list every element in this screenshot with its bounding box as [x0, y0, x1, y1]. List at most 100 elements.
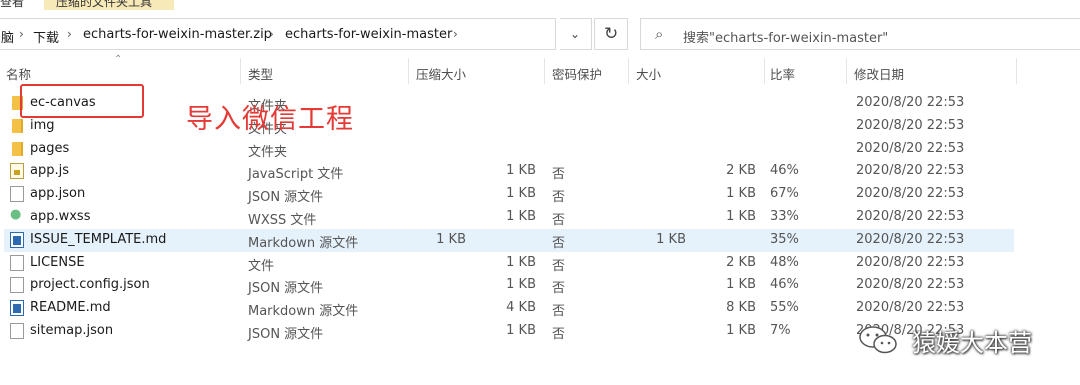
file-password-protected: 否 [552, 258, 566, 274]
file-name: README.md [30, 300, 111, 316]
file-type: 文件 [248, 258, 275, 274]
breadcrumb-folder[interactable]: echarts-for-weixin-master [285, 27, 452, 42]
column-divider[interactable] [1016, 58, 1017, 84]
file-size: 2 KB [726, 254, 756, 270]
column-header-password[interactable]: 密码保护 [552, 64, 602, 83]
search-input[interactable]: ⌕ 搜索"echarts-for-weixin-master" [640, 18, 1080, 50]
file-type: Markdown 源文件 [248, 235, 359, 251]
file-compressed-size: 1 KB [506, 163, 536, 179]
column-divider[interactable] [846, 58, 847, 84]
chevron-right-icon[interactable]: › [67, 27, 72, 41]
file-type: JSON 源文件 [248, 327, 324, 342]
file-icon [10, 254, 24, 271]
file-row[interactable]: img 文件夹 2020/8/20 22:53 [0, 115, 1080, 138]
watermark-text: 猿媛大本营 [912, 329, 1032, 357]
file-type: JavaScript 文件 [248, 167, 344, 183]
file-password-protected: 否 [552, 235, 566, 251]
column-divider[interactable] [628, 58, 629, 84]
breadcrumb-zip[interactable]: echarts-for-weixin-master.zip [83, 27, 272, 42]
column-header-modified[interactable]: 修改日期 [854, 64, 904, 83]
address-bar[interactable]: 脑 › 下载 › echarts-for-weixin-master.zip ›… [0, 18, 556, 50]
file-size: 1 KB [726, 209, 756, 224]
file-row[interactable]: app.js JavaScript 文件 1 KB 否 2 KB 46% 2020/8/20… [0, 160, 1080, 183]
column-divider[interactable] [408, 58, 409, 84]
file-name: app.json [30, 186, 86, 202]
search-placeholder: 搜索"echarts-for-weixin-master" [683, 31, 889, 46]
file-password-protected: 否 [552, 281, 566, 297]
column-header-type[interactable]: 类型 [248, 64, 273, 83]
wxss-file-icon [10, 207, 24, 225]
file-row[interactable]: project.config.json JSON 源文件 1 KB 否 1 KB 46% 2… [0, 274, 1080, 297]
tab-view[interactable]: 查看 [0, 0, 24, 10]
file-type: 文件夹 [248, 144, 288, 160]
file-row[interactable]: app.wxss WXSS 文件 1 KB 否 1 KB 33% 2020/8/20 22:… [0, 206, 1080, 229]
column-header-ratio[interactable]: 比率 [770, 64, 795, 83]
sort-ascending-icon: ⌃ [114, 54, 123, 65]
file-password-protected: 否 [552, 167, 566, 183]
file-name: sitemap.json [30, 323, 114, 338]
file-modified-date: 2020/8/20 22:53 [856, 95, 965, 110]
breadcrumb-this-pc[interactable]: 脑 [1, 27, 14, 46]
file-name: img [30, 117, 55, 133]
file-type: JSON 源文件 [248, 281, 324, 297]
tab-compressed-folder-tools[interactable]: 压缩的文件夹工具 [56, 0, 152, 10]
file-type: JSON 源文件 [248, 190, 324, 206]
markdown-file-icon [10, 300, 24, 317]
file-name: app.wxss [30, 209, 91, 224]
file-compressed-size: 1 KB [436, 231, 466, 247]
file-row[interactable]: pages 文件夹 2020/8/20 22:53 [0, 138, 1080, 161]
file-compressed-size: 1 KB [506, 277, 536, 293]
json-file-icon [10, 277, 24, 294]
file-modified-date: 2020/8/20 22:53 [856, 117, 965, 133]
file-modified-date: 2020/8/20 22:53 [856, 140, 965, 156]
file-compressed-size: 1 KB [506, 323, 536, 338]
file-row[interactable]: ISSUE_TEMPLATE.md Markdown 源文件 1 KB 否 1 KB 35… [4, 228, 1014, 252]
refresh-icon: ↻ [604, 24, 619, 44]
chevron-right-icon[interactable]: › [19, 27, 24, 41]
refresh-button[interactable]: ↻ [594, 18, 628, 50]
file-ratio: 46% [770, 277, 799, 293]
annotation-text: 导入微信工程 [186, 104, 354, 135]
column-divider[interactable] [240, 58, 241, 84]
file-name: ISSUE_TEMPLATE.md [30, 231, 167, 247]
json-file-icon [10, 323, 24, 339]
file-compressed-size: 4 KB [506, 300, 536, 316]
file-modified-date: 2020/8/20 22:53 [856, 277, 965, 293]
file-size: 1 KB [726, 277, 756, 293]
file-password-protected: 否 [552, 304, 566, 320]
file-password-protected: 否 [552, 213, 566, 228]
column-divider[interactable] [544, 58, 545, 84]
file-size: 1 KB [726, 323, 756, 338]
file-ratio: 35% [770, 231, 799, 247]
file-ratio: 48% [770, 254, 799, 270]
column-header-name[interactable]: 名称 [6, 64, 31, 83]
folder-icon [12, 141, 21, 156]
address-history-button[interactable]: ⌄ [560, 18, 592, 50]
file-password-protected: 否 [552, 327, 566, 342]
chevron-right-icon[interactable]: › [453, 27, 458, 41]
chevron-right-icon[interactable]: › [269, 27, 274, 41]
file-ratio: 33% [770, 209, 799, 224]
markdown-file-icon [10, 231, 24, 248]
file-compressed-size: 1 KB [506, 186, 536, 202]
file-row[interactable]: app.json JSON 源文件 1 KB 否 1 KB 67% 2020/8/20 22… [0, 183, 1080, 206]
file-name: project.config.json [30, 277, 150, 293]
file-compressed-size: 1 KB [506, 209, 536, 224]
column-divider[interactable] [764, 58, 765, 84]
file-ratio: 7% [770, 323, 791, 338]
file-modified-date: 2020/8/20 22:53 [856, 186, 965, 202]
folder-icon [12, 118, 21, 133]
file-row[interactable]: README.md Markdown 源文件 4 KB 否 8 KB 55% 2020/8/… [0, 297, 1080, 320]
file-row[interactable]: LICENSE 文件 1 KB 否 2 KB 48% 2020/8/20 22:53 [0, 252, 1080, 275]
highlight-box [20, 84, 144, 118]
js-file-icon [10, 163, 24, 180]
chat-bubble-icon [859, 326, 897, 354]
column-header-size[interactable]: 大小 [636, 64, 661, 83]
file-modified-date: 2020/8/20 22:53 [856, 163, 965, 179]
file-modified-date: 2020/8/20 22:53 [856, 209, 965, 224]
breadcrumb-downloads[interactable]: 下载 [33, 27, 59, 46]
file-type: Markdown 源文件 [248, 304, 359, 320]
column-header-row: ⌃ 名称 类型 压缩大小 密码保护 大小 比率 修改日期 [0, 54, 1080, 86]
column-header-compressed-size[interactable]: 压缩大小 [416, 64, 466, 83]
file-row[interactable]: ec-canvas 文件夹 2020/8/20 22:53 [0, 92, 1080, 115]
